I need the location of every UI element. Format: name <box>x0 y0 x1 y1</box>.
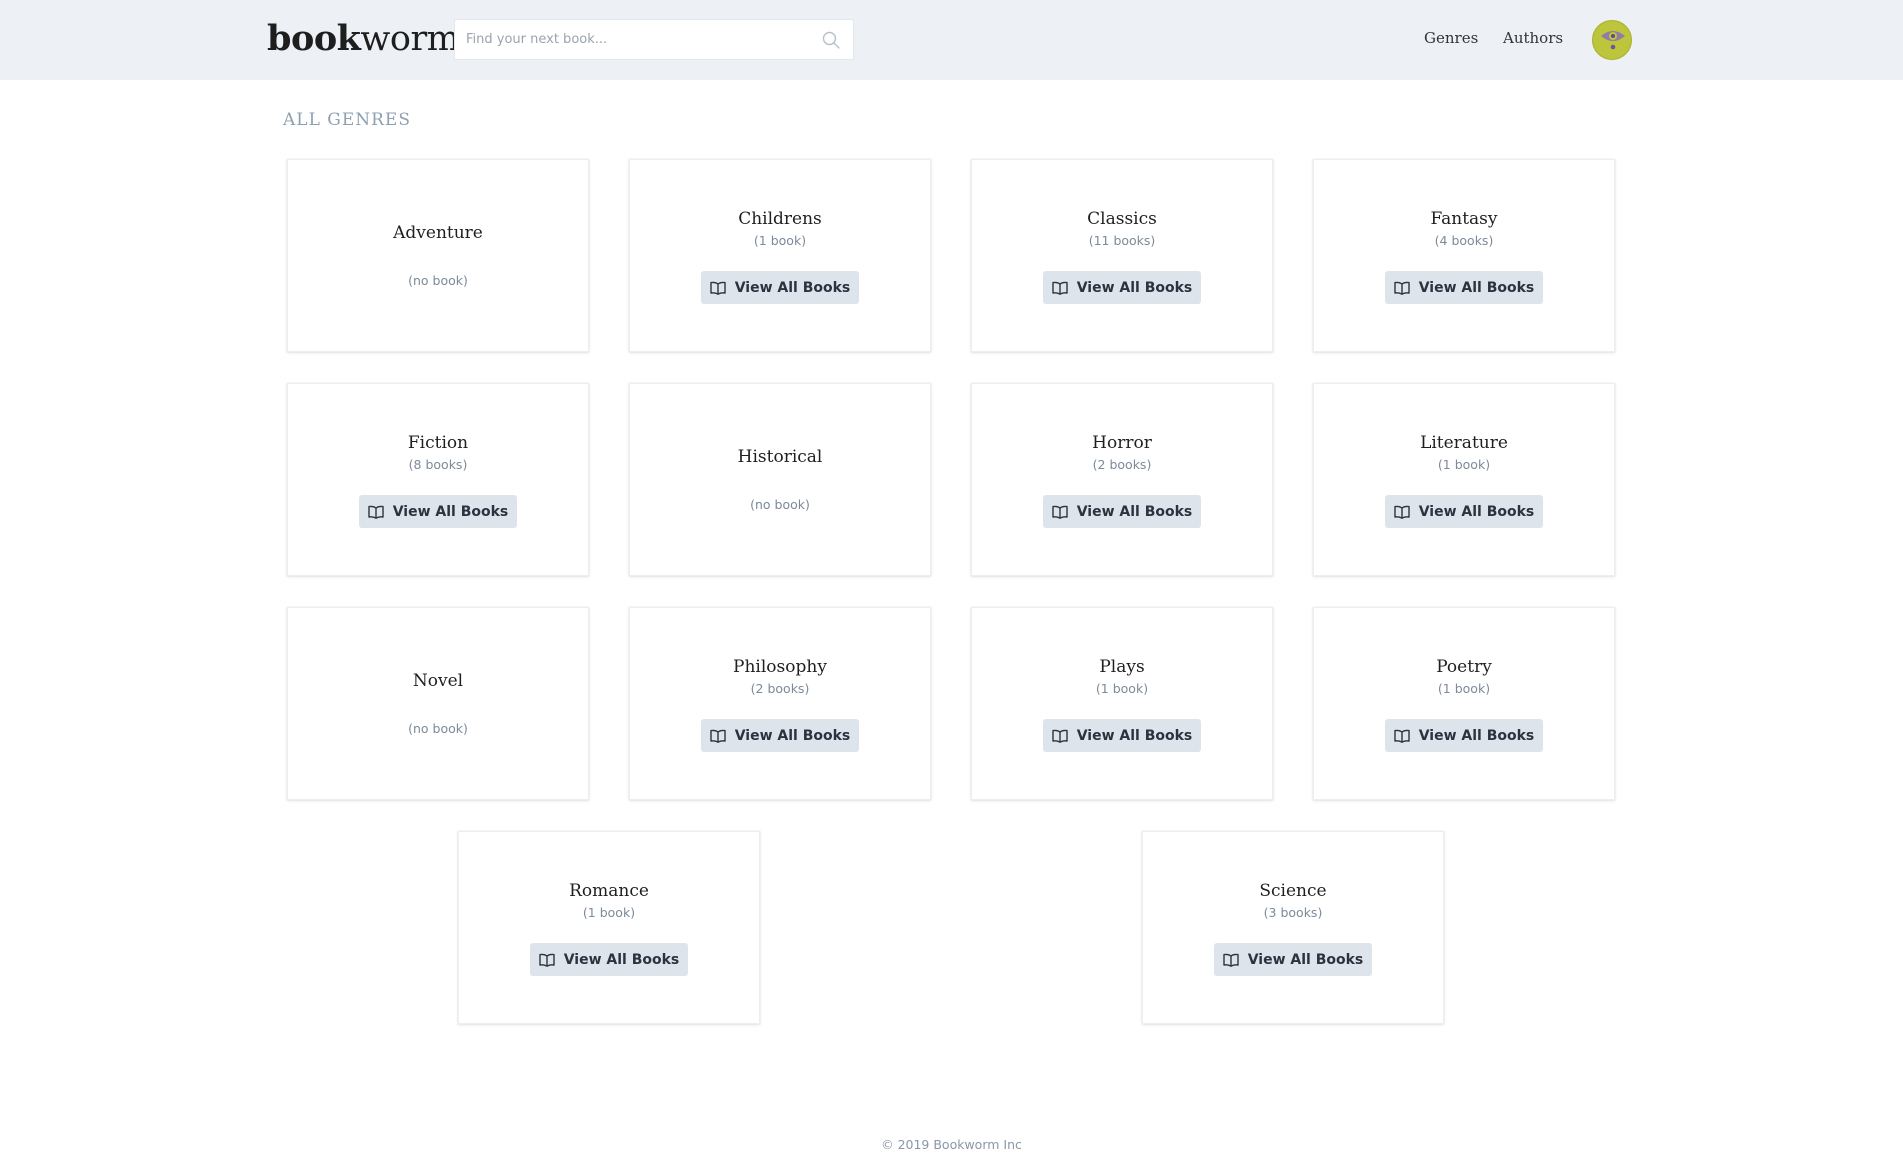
book-open-icon <box>1223 953 1239 967</box>
genre-card: Plays (1 book) View All Books <box>971 607 1273 800</box>
genre-card: Classics (11 books) View All Books <box>971 159 1273 352</box>
genre-book-count: (no book) <box>408 721 468 736</box>
search-input[interactable] <box>455 20 805 59</box>
book-open-icon <box>710 729 726 743</box>
book-open-icon <box>1052 281 1068 295</box>
nav-genres-link[interactable]: Genres <box>1424 29 1478 47</box>
genre-card: Novel (no book) <box>287 607 589 800</box>
view-all-books-button[interactable]: View All Books <box>1385 719 1543 752</box>
view-all-books-button[interactable]: View All Books <box>701 271 859 304</box>
view-all-books-label: View All Books <box>1247 951 1364 968</box>
view-all-books-label: View All Books <box>1418 503 1535 520</box>
search-box <box>454 19 854 60</box>
genre-book-count: (1 book) <box>1437 457 1491 472</box>
genre-card: Philosophy (2 books) View All Books <box>629 607 931 800</box>
logo[interactable]: bookworm <box>267 18 460 60</box>
genre-card: Romance (1 book) View All Books <box>458 831 760 1024</box>
genre-book-count: (11 books) <box>1088 233 1156 248</box>
genre-card: Science (3 books) View All Books <box>1142 831 1444 1024</box>
genre-book-count: (no book) <box>408 273 468 288</box>
view-all-books-button[interactable]: View All Books <box>1214 943 1372 976</box>
genre-book-count: (no book) <box>750 497 810 512</box>
genre-name: Romance <box>569 881 649 901</box>
page-title: ALL GENRES <box>283 110 411 130</box>
genre-name: Horror <box>1092 433 1152 453</box>
genre-card: Fantasy (4 books) View All Books <box>1313 159 1615 352</box>
genre-book-count: (2 books) <box>750 681 810 696</box>
logo-bold-text: book <box>267 18 361 59</box>
book-open-icon <box>1394 281 1410 295</box>
eye-avatar-icon <box>1601 31 1625 50</box>
genre-book-count: (2 books) <box>1092 457 1152 472</box>
view-all-books-button[interactable]: View All Books <box>1043 495 1201 528</box>
book-open-icon <box>1052 505 1068 519</box>
view-all-books-label: View All Books <box>734 727 851 744</box>
book-open-icon <box>368 505 384 519</box>
book-open-icon <box>1394 729 1410 743</box>
view-all-books-label: View All Books <box>1418 727 1535 744</box>
view-all-books-button[interactable]: View All Books <box>359 495 517 528</box>
genre-card: Fiction (8 books) View All Books <box>287 383 589 576</box>
view-all-books-label: View All Books <box>734 279 851 296</box>
genre-name: Philosophy <box>733 657 827 677</box>
view-all-books-button[interactable]: View All Books <box>530 943 688 976</box>
genre-name: Historical <box>737 447 823 467</box>
genre-name: Fantasy <box>1430 209 1498 229</box>
genre-book-count: (8 books) <box>408 457 468 472</box>
book-open-icon <box>1052 729 1068 743</box>
genre-book-count: (3 books) <box>1263 905 1323 920</box>
view-all-books-button[interactable]: View All Books <box>1043 719 1201 752</box>
book-open-icon <box>539 953 555 967</box>
genre-card: Childrens (1 book) View All Books <box>629 159 931 352</box>
view-all-books-label: View All Books <box>1076 279 1193 296</box>
view-all-books-label: View All Books <box>1418 279 1535 296</box>
view-all-books-label: View All Books <box>1076 503 1193 520</box>
genre-name: Adventure <box>393 223 483 243</box>
view-all-books-button[interactable]: View All Books <box>1385 495 1543 528</box>
genre-book-count: (1 book) <box>753 233 807 248</box>
top-navbar: bookworm Genres Authors <box>0 0 1903 80</box>
genre-card: Literature (1 book) View All Books <box>1313 383 1615 576</box>
search-icon[interactable] <box>821 30 841 50</box>
genre-book-count: (1 book) <box>582 905 636 920</box>
view-all-books-label: View All Books <box>563 951 680 968</box>
genre-book-count: (1 book) <box>1095 681 1149 696</box>
view-all-books-button[interactable]: View All Books <box>1043 271 1201 304</box>
book-open-icon <box>1394 505 1410 519</box>
logo-light-text: worm <box>360 19 460 59</box>
genre-name: Poetry <box>1436 657 1492 677</box>
view-all-books-button[interactable]: View All Books <box>1385 271 1543 304</box>
book-open-icon <box>710 281 726 295</box>
genre-name: Classics <box>1087 209 1157 229</box>
genre-book-count: (4 books) <box>1434 233 1494 248</box>
view-all-books-label: View All Books <box>392 503 509 520</box>
footer-copyright: © 2019 Bookworm Inc <box>881 1137 1022 1152</box>
genre-card: Historical (no book) <box>629 383 931 576</box>
view-all-books-button[interactable]: View All Books <box>701 719 859 752</box>
genre-name: Fiction <box>407 433 469 453</box>
avatar[interactable] <box>1592 20 1632 60</box>
genre-name: Plays <box>1099 657 1145 677</box>
genre-book-count: (1 book) <box>1437 681 1491 696</box>
genre-name: Science <box>1259 881 1327 901</box>
genre-name: Novel <box>412 671 464 691</box>
genre-card: Poetry (1 book) View All Books <box>1313 607 1615 800</box>
nav-authors-link[interactable]: Authors <box>1503 29 1563 47</box>
view-all-books-label: View All Books <box>1076 727 1193 744</box>
genre-name: Literature <box>1420 433 1508 453</box>
genre-card: Horror (2 books) View All Books <box>971 383 1273 576</box>
genre-card: Adventure (no book) <box>287 159 589 352</box>
genre-name: Childrens <box>738 209 822 229</box>
